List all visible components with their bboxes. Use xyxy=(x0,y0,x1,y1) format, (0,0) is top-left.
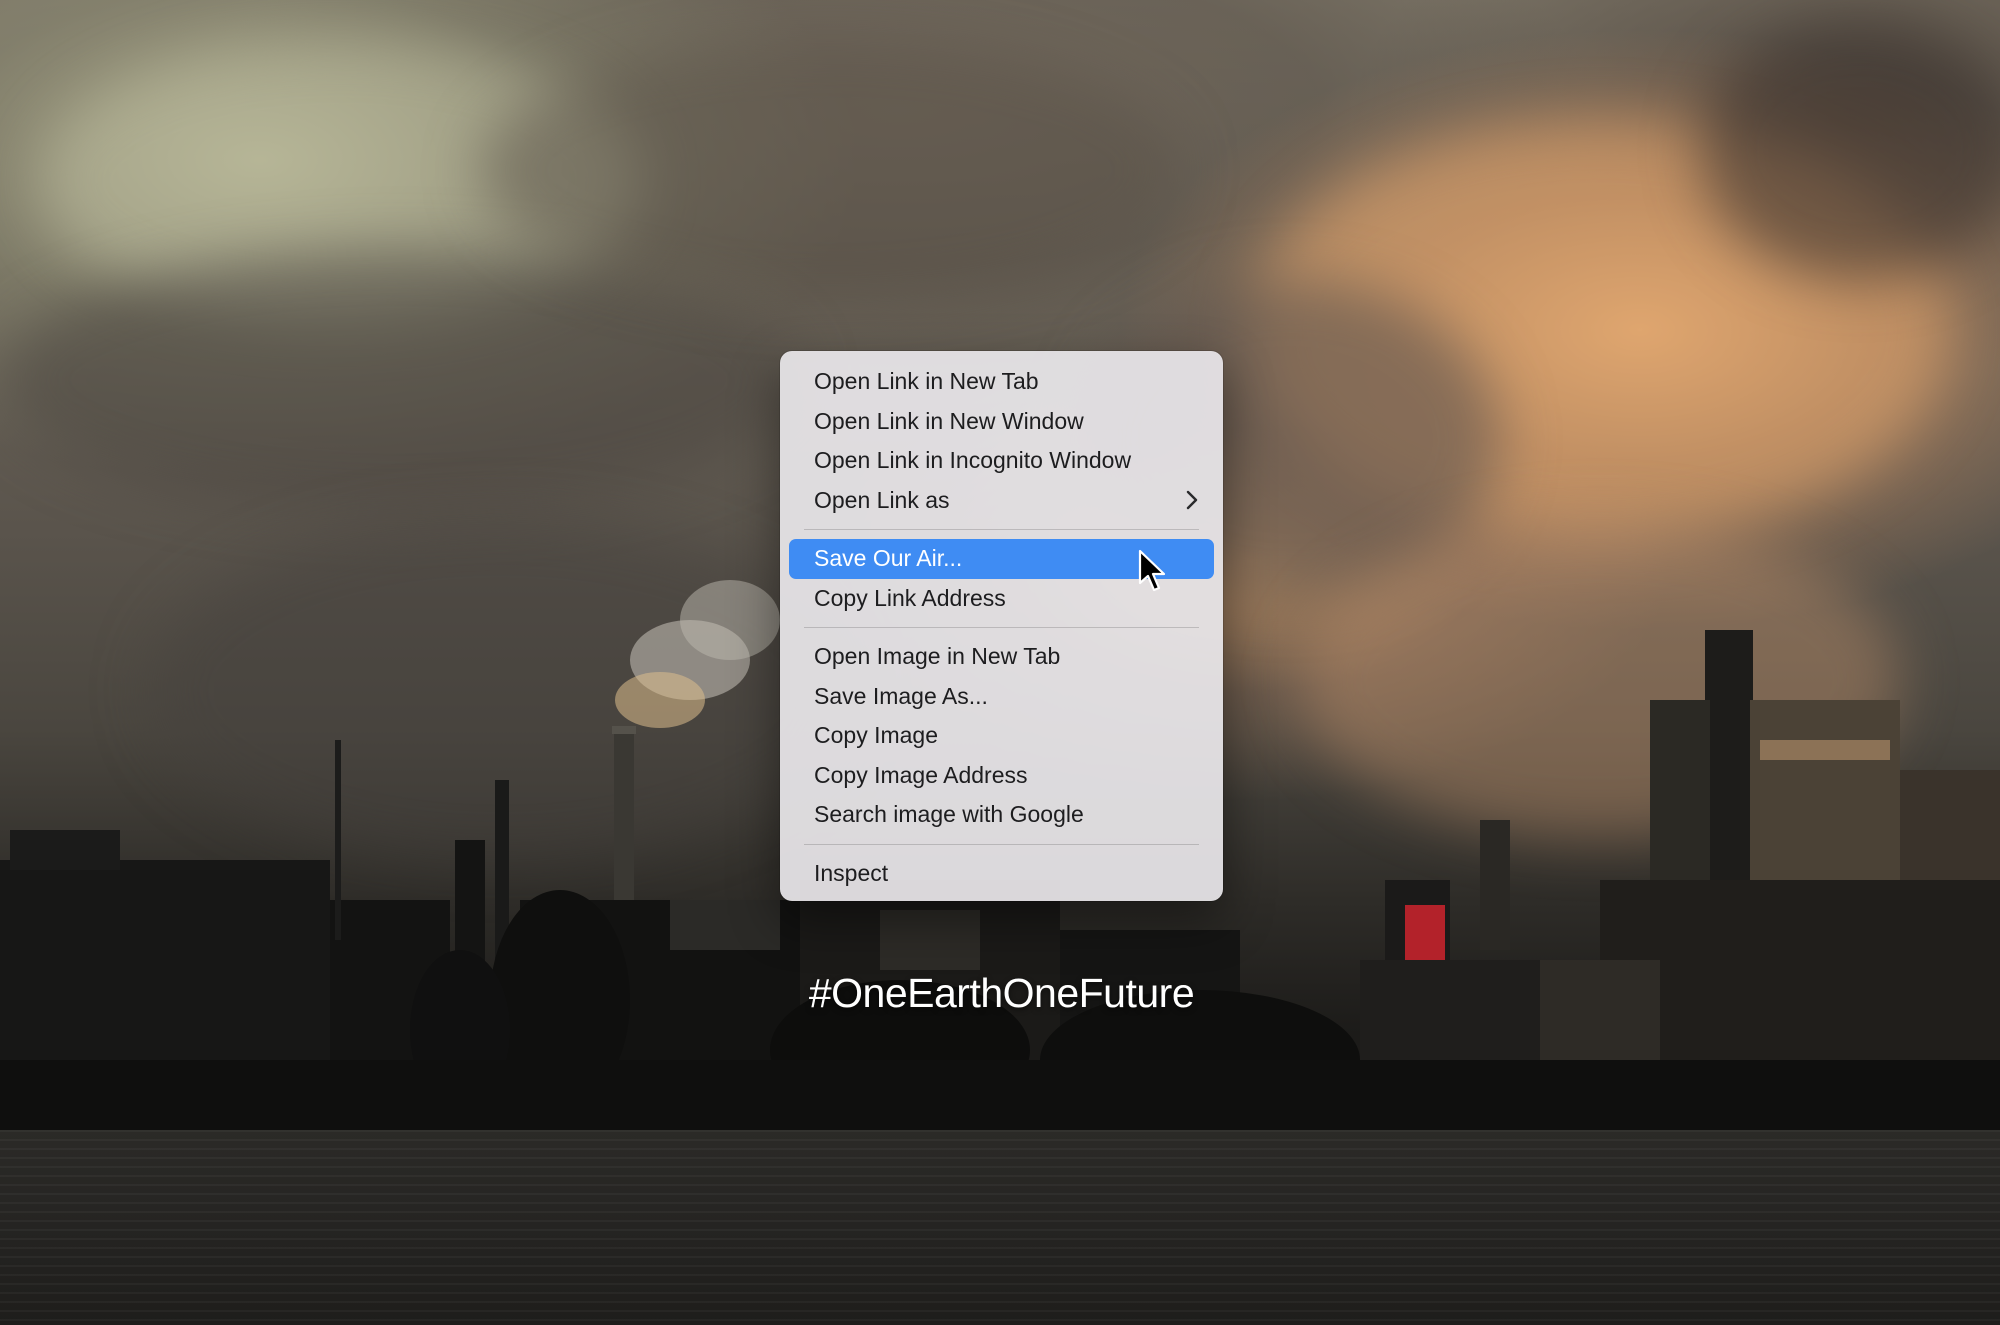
menu-item-inspect[interactable]: Inspect xyxy=(789,854,1214,894)
menu-item-open-link-as[interactable]: Open Link as xyxy=(789,481,1214,521)
context-menu: Open Link in New Tab Open Link in New Wi… xyxy=(780,351,1223,901)
menu-item-label: Open Link in Incognito Window xyxy=(814,447,1132,473)
hashtag-caption: #OneEarthOneFuture xyxy=(808,970,1195,1016)
menu-separator xyxy=(804,843,1199,845)
menu-item-open-image-new-tab[interactable]: Open Image in New Tab xyxy=(789,637,1214,677)
background-photo: Open Link in New Tab Open Link in New Wi… xyxy=(0,0,2000,1325)
menu-item-label: Copy Link Address xyxy=(814,584,1006,611)
arrow-pointer-icon xyxy=(1138,549,1168,598)
menu-item-open-link-new-tab[interactable]: Open Link in New Tab xyxy=(789,362,1214,402)
menu-item-label: Inspect xyxy=(814,859,889,886)
menu-separator xyxy=(804,529,1199,530)
menu-item-label: Copy Image xyxy=(814,722,939,748)
menu-item-open-link-new-window[interactable]: Open Link in New Window xyxy=(789,402,1214,442)
menu-item-label: Save Our Air... xyxy=(814,545,963,571)
menu-item-search-image-google[interactable]: Search image with Google xyxy=(789,795,1214,835)
menu-item-copy-image-address[interactable]: Copy Image Address xyxy=(789,756,1214,796)
menu-item-copy-image[interactable]: Copy Image xyxy=(789,716,1214,756)
menu-item-open-link-incognito[interactable]: Open Link in Incognito Window xyxy=(789,441,1214,481)
menu-item-label: Search image with Google xyxy=(814,801,1084,827)
menu-item-label: Open Image in New Tab xyxy=(814,643,1061,669)
menu-item-label: Open Link as xyxy=(814,486,950,513)
menu-separator xyxy=(804,627,1199,628)
menu-item-label: Copy Image Address xyxy=(814,761,1028,788)
menu-item-label: Save Image As... xyxy=(814,682,988,709)
menu-item-save-image-as[interactable]: Save Image As... xyxy=(789,677,1214,717)
chevron-right-icon xyxy=(1186,481,1198,521)
menu-item-label: Open Link in New Tab xyxy=(814,368,1039,394)
water xyxy=(0,1130,2000,1325)
menu-item-label: Open Link in New Window xyxy=(814,407,1084,434)
